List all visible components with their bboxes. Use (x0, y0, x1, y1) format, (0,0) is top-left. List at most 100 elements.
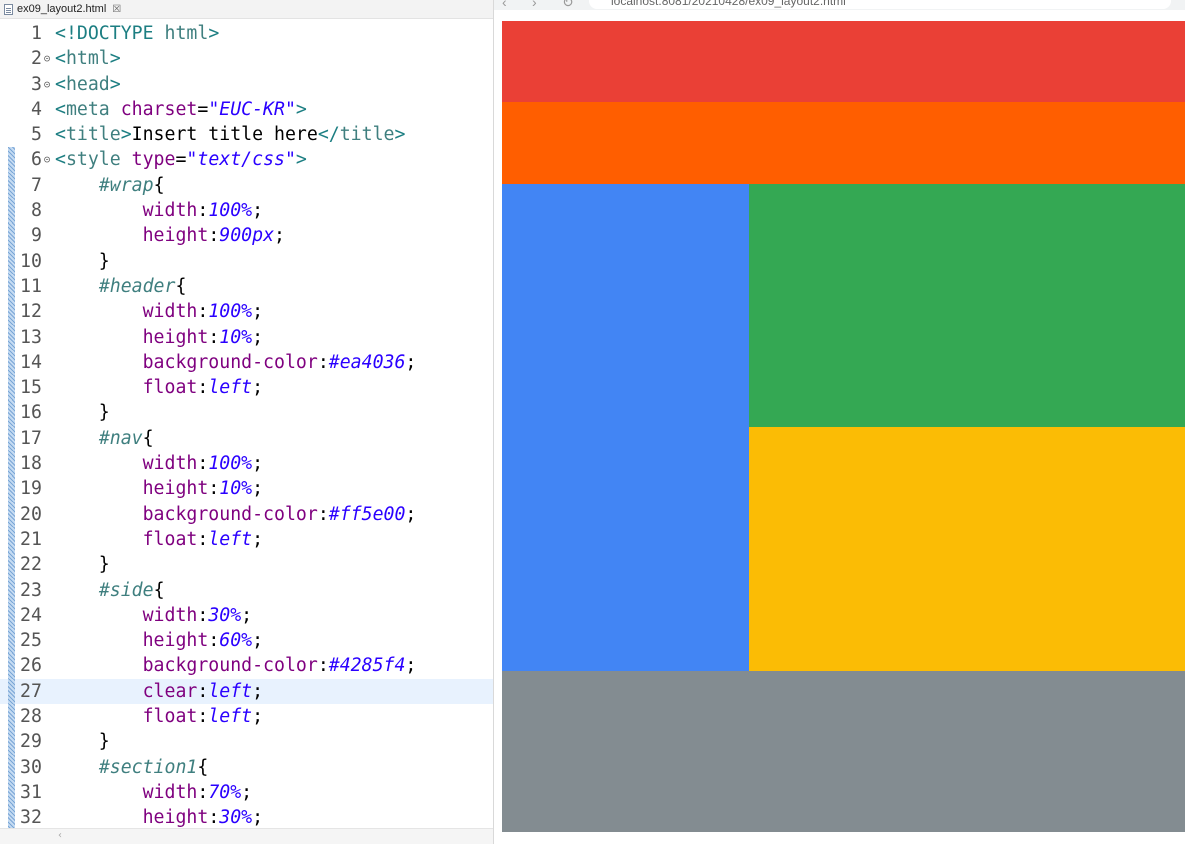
code-line[interactable]: 17 #nav{ (0, 425, 493, 452)
code-token: width (142, 781, 198, 803)
code-line[interactable]: 23 #side{ (0, 577, 493, 603)
code-line[interactable]: 31 width:70%; (0, 779, 493, 806)
code-line[interactable]: 1 <!DOCTYPE html> (0, 21, 493, 46)
code-line[interactable]: 11 #header{ (0, 273, 493, 300)
code-token: "text/css" (186, 149, 296, 171)
code-token: ; (405, 503, 417, 525)
code-text: float:left; (55, 704, 263, 729)
code-line[interactable]: 29 } (0, 729, 493, 755)
code-line[interactable]: 28 float:left; (0, 704, 493, 730)
code-token: > (394, 124, 406, 146)
code-line[interactable]: 21 float:left; (0, 526, 493, 553)
code-text: #nav{ (55, 426, 154, 451)
code-token: 100% (208, 200, 253, 222)
code-token: < (55, 98, 66, 120)
scroll-left-icon[interactable]: ‹ (58, 830, 62, 841)
code-line[interactable]: 3 ⊝ <head> (0, 72, 493, 97)
line-number: 4 (31, 98, 42, 120)
code-text: #section1{ (55, 755, 209, 780)
fold-toggle-icon[interactable]: ⊝ (42, 72, 52, 97)
code-line[interactable]: 4 <meta charset="EUC-KR"> (0, 97, 493, 122)
code-line[interactable]: 32 height:30%; (0, 805, 493, 831)
editor-tab-title: ex09_layout2.html (17, 3, 107, 15)
code-token: height (142, 630, 209, 652)
code-text: height:60%; (55, 628, 263, 653)
code-text: width:70%; (55, 780, 253, 805)
fold-toggle-icon[interactable]: ⊝ (42, 147, 52, 172)
line-number: 1 (31, 23, 42, 44)
line-number: 16 (20, 402, 42, 424)
change-marker (8, 425, 15, 452)
section2-block (749, 427, 1185, 671)
address-bar[interactable]: localhost:8081/20210428/ex09_layout2.htm… (589, 0, 1171, 9)
code-line[interactable]: 9 height:900px; (0, 223, 493, 249)
code-token: height (142, 225, 209, 247)
forward-icon[interactable]: › (532, 0, 537, 10)
code-token: : (317, 655, 329, 677)
code-text: <html> (55, 46, 121, 71)
code-line[interactable]: 12 width:100%; (0, 299, 493, 325)
code-line[interactable]: 6 ⊝ <style type="text/css"> (0, 147, 493, 173)
code-line[interactable]: 27 clear:left; (0, 678, 493, 705)
change-marker (8, 602, 15, 629)
line-number: 6 (31, 149, 42, 171)
code-line[interactable]: 10 } (0, 248, 493, 274)
code-line[interactable]: 14 background-color:#ea4036; (0, 349, 493, 376)
change-marker (8, 400, 15, 426)
code-line[interactable]: 7 #wrap{ (0, 172, 493, 199)
code-line[interactable]: 20 background-color:#ff5e00; (0, 501, 493, 527)
code-token: height (142, 807, 209, 829)
code-line[interactable]: 24 width:30%; (0, 602, 493, 629)
line-number: 30 (20, 756, 42, 778)
reload-icon[interactable]: ↻ (562, 0, 574, 10)
code-line[interactable]: 19 height:10%; (0, 476, 493, 502)
code-line[interactable]: 13 height:10%; (0, 324, 493, 350)
browser-window: ‹ › ↻ localhost:8081/20210428/ex09_layou… (494, 0, 1185, 844)
change-marker (8, 501, 15, 527)
code-token: "EUC-KR" (208, 98, 296, 120)
code-area[interactable]: 1 <!DOCTYPE html> 2 ⊝ <html> 3 ⊝ <head> 4 <meta c… (0, 21, 493, 831)
code-line[interactable]: 15 float:left; (0, 375, 493, 401)
horizontal-scrollbar[interactable]: ‹ (0, 828, 493, 844)
fold-toggle-icon[interactable]: ⊝ (42, 46, 52, 71)
code-token: > (295, 98, 307, 120)
code-token: { (142, 427, 154, 449)
code-token: = (175, 149, 187, 171)
code-token: width (142, 453, 198, 475)
change-marker (8, 779, 15, 806)
code-token: ; (252, 478, 264, 500)
code-token: ; (252, 200, 264, 222)
code-line[interactable]: 25 height:60%; (0, 628, 493, 654)
line-number: 13 (20, 326, 42, 348)
code-text: width:100%; (55, 451, 263, 476)
code-editor[interactable]: ex09_layout2.html ☒ 1 <!DOCTYPE html> 2 ⊝ <h… (0, 0, 494, 844)
change-marker (8, 552, 15, 578)
code-line[interactable]: 22 } (0, 552, 493, 578)
code-token: > (295, 149, 307, 171)
line-number: 9 (31, 225, 42, 247)
code-token: ; (252, 630, 264, 652)
code-line[interactable]: 16 } (0, 400, 493, 426)
code-line[interactable]: 8 width:100%; (0, 198, 493, 224)
code-line[interactable]: 26 background-color:#4285f4; (0, 653, 493, 679)
line-number: 14 (20, 351, 42, 373)
code-token: #ea4036 (328, 351, 406, 373)
code-line[interactable]: 5 <title>Insert title here</title> (0, 122, 493, 147)
code-line[interactable]: 30 #section1{ (0, 754, 493, 780)
editor-tab[interactable]: ex09_layout2.html ☒ (0, 0, 493, 19)
code-token: #section1 (98, 756, 198, 778)
code-line[interactable]: 2 ⊝ <html> (0, 46, 493, 71)
code-line[interactable]: 18 width:100%; (0, 451, 493, 477)
close-icon[interactable]: ☒ (112, 4, 121, 15)
code-token: background-color (142, 503, 318, 525)
back-icon[interactable]: ‹ (502, 0, 507, 10)
